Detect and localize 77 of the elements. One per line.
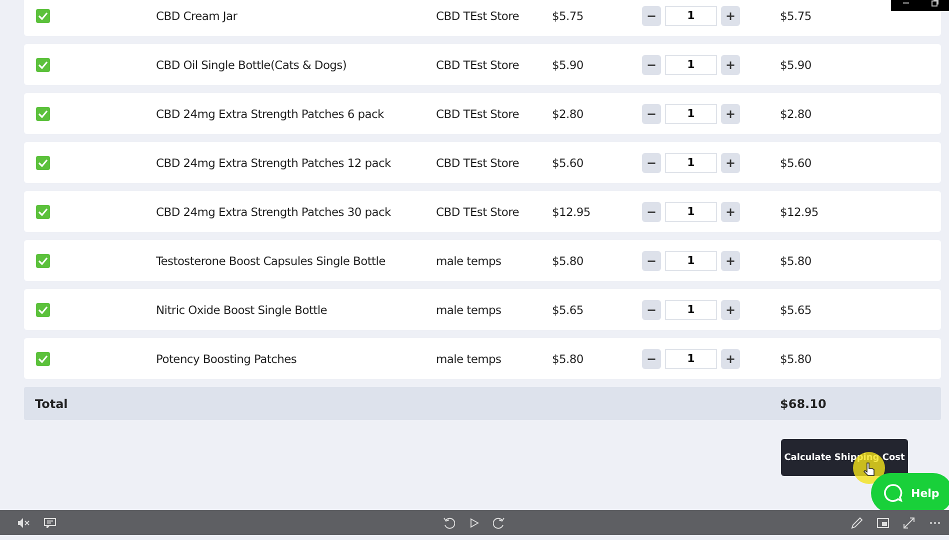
- unit-price: $5.65: [552, 302, 584, 316]
- line-subtotal: $5.75: [780, 8, 812, 22]
- increment-button[interactable]: +: [721, 54, 740, 74]
- unit-price: $12.95: [552, 204, 592, 218]
- increment-button[interactable]: +: [721, 152, 740, 172]
- product-name: CBD 24mg Extra Strength Patches 30 pack: [156, 204, 392, 218]
- total-value: $68.10: [780, 396, 828, 410]
- quantity-field[interactable]: 1: [665, 202, 717, 222]
- increment-button[interactable]: +: [721, 202, 740, 222]
- mute-icon[interactable]: [18, 518, 30, 528]
- increment-button[interactable]: +: [721, 104, 740, 124]
- product-name: CBD 24mg Extra Strength Patches 12 pack: [156, 156, 392, 170]
- product-name: Potency Boosting Patches: [156, 352, 298, 366]
- line-subtotal: $5.65: [780, 302, 812, 316]
- store-name: CBD TEst Store: [436, 8, 520, 22]
- store-name: CBD TEst Store: [436, 204, 520, 218]
- play-icon[interactable]: [468, 518, 478, 528]
- store-name: CBD TEst Store: [436, 106, 520, 120]
- line-subtotal: $5.80: [780, 352, 812, 366]
- checkbox[interactable]: [36, 8, 50, 22]
- screen-icon[interactable]: [877, 518, 889, 528]
- decrement-button[interactable]: −: [642, 6, 661, 26]
- checkbox[interactable]: [36, 302, 50, 316]
- increment-button[interactable]: +: [721, 250, 740, 270]
- unit-price: $2.80: [552, 106, 584, 120]
- restore-icon[interactable]: [930, 0, 938, 7]
- unit-price: $5.80: [552, 352, 584, 366]
- store-name: CBD TEst Store: [436, 156, 520, 170]
- checkbox[interactable]: [36, 204, 50, 218]
- checkbox[interactable]: [36, 106, 50, 120]
- increment-button[interactable]: +: [721, 300, 740, 320]
- checkbox[interactable]: [36, 254, 50, 268]
- unit-price: $5.75: [552, 8, 584, 22]
- unit-price: $5.90: [552, 58, 584, 72]
- line-subtotal: $12.95: [780, 204, 820, 218]
- decrement-button[interactable]: −: [642, 104, 661, 124]
- product-name: Nitric Oxide Boost Single Bottle: [156, 302, 328, 316]
- product-name: CBD Cream Jar: [156, 8, 238, 22]
- product-name: CBD 24mg Extra Strength Patches 6 pack: [156, 106, 385, 120]
- store-name: male temps: [436, 302, 502, 316]
- store-name: CBD TEst Store: [436, 58, 520, 72]
- fullscreen-icon[interactable]: [903, 516, 915, 528]
- checkbox[interactable]: [36, 58, 50, 72]
- pencil-icon[interactable]: [851, 516, 863, 528]
- quantity-field[interactable]: 1: [665, 6, 717, 26]
- decrement-button[interactable]: −: [642, 152, 661, 172]
- line-subtotal: $5.60: [780, 156, 812, 170]
- increment-button[interactable]: +: [721, 6, 740, 26]
- decrement-button[interactable]: −: [642, 202, 661, 222]
- rewind-icon[interactable]: [442, 516, 454, 528]
- decrement-button[interactable]: −: [642, 54, 661, 74]
- line-subtotal: $5.80: [780, 254, 812, 268]
- product-name: CBD Oil Single Bottle(Cats & Dogs): [156, 58, 348, 72]
- chat-icon: [883, 483, 903, 503]
- quantity-field[interactable]: 1: [665, 250, 717, 270]
- decrement-button[interactable]: −: [642, 250, 661, 270]
- store-name: male temps: [436, 352, 502, 366]
- unit-price: $5.60: [552, 156, 584, 170]
- unit-price: $5.80: [552, 254, 584, 268]
- product-name: Testosterone Boost Capsules Single Bottle: [156, 254, 386, 268]
- more-icon[interactable]: [929, 520, 941, 524]
- quantity-field[interactable]: 1: [665, 152, 717, 172]
- decrement-button[interactable]: −: [642, 348, 661, 368]
- quantity-field[interactable]: 1: [665, 104, 717, 124]
- forward-icon[interactable]: [492, 516, 504, 528]
- total-label: Total: [35, 396, 68, 410]
- quantity-field[interactable]: 1: [665, 348, 717, 368]
- line-subtotal: $5.90: [780, 58, 812, 72]
- checkbox[interactable]: [36, 352, 50, 366]
- checkbox[interactable]: [36, 156, 50, 170]
- captions-icon[interactable]: [44, 518, 56, 528]
- increment-button[interactable]: +: [721, 348, 740, 368]
- decrement-button[interactable]: −: [642, 300, 661, 320]
- quantity-field[interactable]: 1: [665, 54, 717, 74]
- quantity-field[interactable]: 1: [665, 300, 717, 320]
- store-name: male temps: [436, 254, 502, 268]
- line-subtotal: $2.80: [780, 106, 812, 120]
